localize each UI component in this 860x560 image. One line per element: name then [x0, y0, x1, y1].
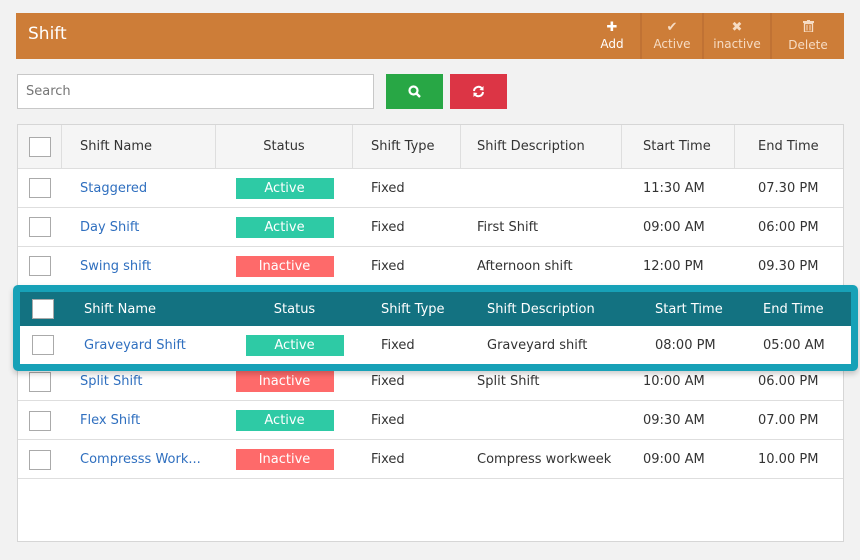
row-checkbox[interactable] [32, 335, 54, 355]
end-time: 07.30 PM [758, 180, 819, 196]
add-button[interactable]: ✚ Add [584, 13, 640, 59]
page-title: Shift [28, 24, 67, 44]
col-shift-type[interactable]: Shift Type [353, 125, 461, 168]
shift-type: Fixed [371, 258, 405, 274]
start-time: 12:00 PM [643, 258, 704, 274]
callout-col-status: Status [273, 301, 316, 317]
start-time: 09:00 AM [643, 219, 705, 235]
active-button[interactable]: ✔ Active [640, 13, 702, 59]
refresh-icon [473, 85, 484, 98]
inactive-button[interactable]: ✖ inactive [702, 13, 770, 59]
check-icon: ✔ [666, 20, 678, 35]
shift-description: First Shift [477, 219, 539, 235]
shift-type: Fixed [371, 413, 405, 428]
col-shift-name[interactable]: Shift Name [62, 125, 216, 168]
shift-type: Fixed [371, 452, 405, 467]
times-icon: ✖ [731, 20, 743, 35]
status-badge: Inactive [235, 255, 334, 277]
shift-name-link[interactable]: Day Shift [80, 220, 139, 235]
shift-description: Graveyard shift [487, 337, 588, 353]
start-time: 09:00 AM [643, 452, 705, 467]
row-checkbox[interactable] [29, 178, 51, 198]
status-badge: Active [235, 216, 334, 238]
col-start-time[interactable]: Start Time [622, 125, 735, 168]
shift-description [461, 402, 622, 439]
shift-type: Fixed [371, 219, 405, 235]
search-input[interactable] [17, 74, 374, 109]
status-badge: Active [235, 410, 334, 431]
status-badge: Active [245, 334, 344, 356]
trash-icon [802, 20, 814, 35]
reset-button[interactable] [450, 74, 507, 109]
start-time: 11:30 AM [643, 180, 705, 196]
shift-name-link[interactable]: Compresss Work... [80, 452, 201, 467]
table-row[interactable]: Swing shift Inactive Fixed Afternoon shift 1… [18, 247, 843, 286]
table-header: Shift Name Status Shift Type Shift Descr… [18, 125, 843, 169]
end-time: 10.00 PM [758, 452, 819, 467]
callout-col-end-time: End Time [763, 301, 824, 317]
table-row[interactable]: Staggered Active Fixed 11:30 AM 07.30 PM [18, 169, 843, 208]
end-time: 07.00 PM [758, 413, 819, 428]
callout-col-shift-type: Shift Type [381, 301, 445, 317]
col-shift-description[interactable]: Shift Description [461, 125, 622, 168]
shift-type: Fixed [381, 337, 415, 353]
callout-select-checkbox[interactable] [32, 299, 54, 319]
active-label: Active [653, 37, 691, 51]
add-label: Add [600, 37, 624, 51]
callout-col-start-time: Start Time [655, 301, 723, 317]
delete-label: Delete [788, 38, 828, 52]
callout-col-shift-description: Shift Description [487, 301, 595, 317]
table-row[interactable]: Compresss Work... Inactive Fixed Compress w… [18, 441, 843, 479]
row-checkbox[interactable] [29, 449, 51, 470]
search-button[interactable] [386, 74, 443, 109]
status-badge: Active [235, 177, 334, 199]
shift-description: Afternoon shift [477, 258, 573, 274]
table-row[interactable]: Day Shift Active Fixed First Shift 09:00 AM 0… [18, 208, 843, 247]
callout-col-shift-name: Shift Name [84, 301, 157, 317]
start-time: 09:30 AM [643, 413, 705, 428]
search-icon [408, 85, 421, 98]
shift-name-link[interactable]: Split Shift [80, 374, 143, 389]
row-checkbox[interactable] [29, 371, 51, 392]
shift-name-link[interactable]: Flex Shift [80, 413, 140, 428]
shift-description [461, 169, 622, 207]
row-checkbox[interactable] [29, 256, 51, 276]
status-badge: Inactive [235, 449, 334, 470]
inactive-label: inactive [713, 37, 761, 51]
row-checkbox[interactable] [29, 410, 51, 431]
highlighted-row-callout: Shift Name Status Shift Type Shift Descr… [13, 285, 858, 371]
col-end-time[interactable]: End Time [735, 125, 843, 168]
table-row[interactable]: Flex Shift Active Fixed 09:30 AM 07.00 PM [18, 402, 843, 440]
status-badge: Inactive [235, 371, 334, 392]
end-time: 05:00 AM [763, 337, 825, 353]
shift-type: Fixed [371, 180, 405, 196]
callout-header: Shift Name Status Shift Type Shift Descr… [20, 292, 851, 326]
shift-description: Compress workweek [477, 452, 612, 467]
select-all-checkbox[interactable] [28, 136, 51, 157]
delete-button[interactable]: Delete [770, 13, 844, 59]
col-status[interactable]: Status [216, 125, 353, 168]
shift-name-link[interactable]: Staggered [80, 181, 147, 196]
header-actions: ✚ Add ✔ Active ✖ inactive Delete [584, 13, 844, 59]
start-time: 08:00 PM [655, 337, 716, 353]
shift-name-link[interactable]: Graveyard Shift [84, 338, 186, 353]
page-header: Shift ✚ Add ✔ Active ✖ inactive Delete [16, 13, 844, 59]
end-time: 09.30 PM [758, 258, 819, 274]
plus-icon: ✚ [606, 20, 618, 35]
table-row[interactable]: Graveyard Shift Active Fixed Graveyard s… [20, 326, 851, 364]
row-checkbox[interactable] [29, 217, 51, 237]
shift-name-link[interactable]: Swing shift [80, 259, 151, 274]
end-time: 06:00 PM [758, 219, 819, 235]
